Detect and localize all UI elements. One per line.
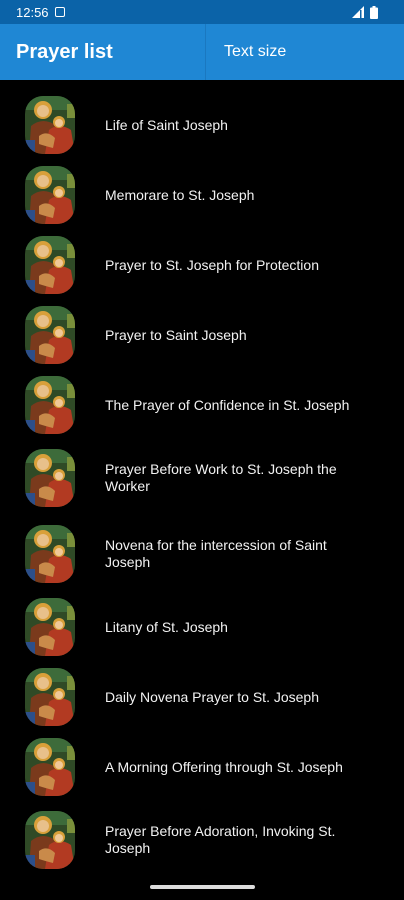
- saint-joseph-stained-glass-icon: [25, 811, 75, 869]
- list-item-label: The Prayer of Confidence in St. Joseph: [105, 396, 350, 413]
- list-item-label: Prayer to Saint Joseph: [105, 326, 247, 343]
- notification-icon: [54, 7, 65, 17]
- list-item-4[interactable]: Prayer to Saint Joseph: [0, 300, 404, 370]
- list-item-label: Prayer Before Work to St. Joseph the Wor…: [105, 461, 337, 494]
- saint-joseph-stained-glass-icon: [25, 525, 75, 583]
- saint-joseph-stained-glass-icon: [25, 96, 75, 154]
- saint-joseph-stained-glass-icon: [25, 236, 75, 294]
- list-item-11[interactable]: Prayer Before Adoration, Invoking St. Jo…: [0, 802, 404, 878]
- saint-joseph-stained-glass-icon: [25, 738, 75, 796]
- list-item-label: Litany of St. Joseph: [105, 618, 228, 635]
- list-item-2[interactable]: Memorare to St. Joseph: [0, 160, 404, 230]
- list-item-3[interactable]: Prayer to St. Joseph for Protection: [0, 230, 404, 300]
- list-item-9[interactable]: Daily Novena Prayer to St. Joseph: [0, 662, 404, 732]
- list-item-label: Prayer to St. Joseph for Protection: [105, 256, 319, 273]
- saint-joseph-stained-glass-icon: [25, 376, 75, 434]
- list-item-7[interactable]: Novena for the intercession of Saint Jos…: [0, 516, 404, 592]
- saint-joseph-stained-glass-icon: [25, 668, 75, 726]
- status-bar: 12:56: [0, 0, 404, 24]
- app-bar: Prayer list Text size: [0, 24, 404, 80]
- text-size-button[interactable]: Text size: [206, 24, 404, 80]
- battery-icon: [370, 5, 378, 19]
- list-item-label: A Morning Offering through St. Joseph: [105, 758, 343, 775]
- status-icons: [352, 5, 378, 19]
- list-item-1[interactable]: Life of Saint Joseph: [0, 90, 404, 160]
- list-item-8[interactable]: Litany of St. Joseph: [0, 592, 404, 662]
- list-item-10[interactable]: A Morning Offering through St. Joseph: [0, 732, 404, 802]
- saint-joseph-stained-glass-icon: [25, 449, 75, 507]
- prayer-list: Life of Saint Joseph Memorare to St. Jos…: [0, 90, 404, 878]
- list-item-5[interactable]: The Prayer of Confidence in St. Joseph: [0, 370, 404, 440]
- status-time: 12:56: [16, 4, 49, 20]
- list-item-label: Prayer Before Adoration, Invoking St. Jo…: [105, 823, 336, 856]
- saint-joseph-stained-glass-icon: [25, 166, 75, 224]
- signal-icon: [352, 6, 364, 18]
- list-item-6[interactable]: Prayer Before Work to St. Joseph the Wor…: [0, 440, 404, 516]
- list-item-label: Daily Novena Prayer to St. Joseph: [105, 688, 319, 705]
- list-item-label: Novena for the intercession of Saint Jos…: [105, 537, 327, 570]
- page-title: Prayer list: [16, 40, 113, 63]
- saint-joseph-stained-glass-icon: [25, 306, 75, 364]
- list-item-label: Life of Saint Joseph: [105, 116, 228, 133]
- list-item-label: Memorare to St. Joseph: [105, 186, 255, 203]
- gesture-nav-handle[interactable]: [150, 885, 255, 889]
- saint-joseph-stained-glass-icon: [25, 598, 75, 656]
